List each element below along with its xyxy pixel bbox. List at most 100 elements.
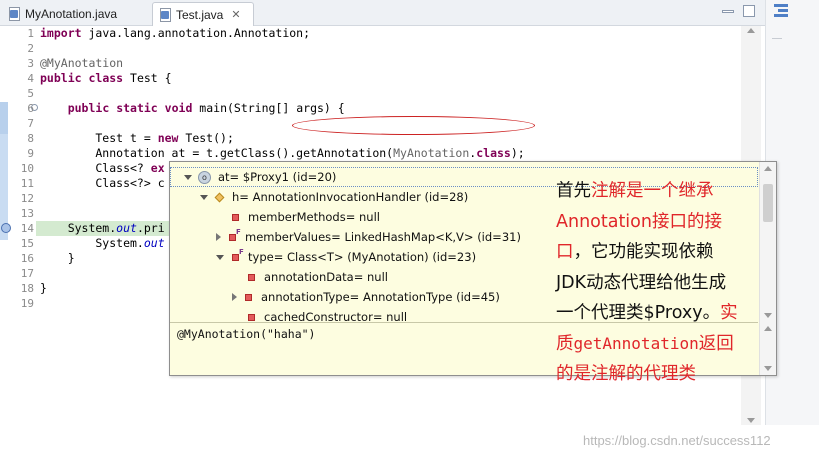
close-icon[interactable]: ✕ bbox=[231, 8, 240, 21]
tree-node-label: cachedConstructor= null bbox=[264, 310, 408, 322]
change-marker bbox=[0, 102, 8, 134]
note-text: 注解是一个继承 bbox=[591, 181, 714, 201]
expand-open-icon[interactable] bbox=[216, 254, 224, 260]
code-line[interactable]: Test t = new Test(); bbox=[40, 131, 234, 146]
highlight-ellipse bbox=[292, 116, 535, 135]
code-token: class bbox=[88, 71, 124, 85]
outline-icon[interactable] bbox=[774, 4, 788, 18]
tree-node-label: h= AnnotationInvocationHandler (id=28) bbox=[232, 190, 469, 204]
divider bbox=[772, 38, 782, 39]
note-text: JDK动态代理给他生成 bbox=[556, 272, 727, 293]
line-number: 16 bbox=[20, 252, 34, 265]
code-line[interactable]: @MyAnotation bbox=[40, 56, 123, 71]
expand-open-icon[interactable] bbox=[184, 174, 192, 180]
maximize-button[interactable] bbox=[743, 5, 755, 17]
code-token: class bbox=[476, 146, 511, 160]
tree-node[interactable]: type= Class<T> (MyAnotation) (id=23) bbox=[216, 247, 476, 267]
scroll-thumb[interactable] bbox=[763, 184, 773, 222]
line-number: 8 bbox=[27, 132, 34, 145]
tree-node[interactable]: cachedConstructor= null bbox=[232, 307, 407, 322]
code-token: Class<?> c bbox=[40, 176, 165, 190]
line-number: 3 bbox=[27, 57, 34, 70]
code-token: ex bbox=[150, 161, 165, 175]
tree-node[interactable]: o at= $Proxy1 (id=20) bbox=[184, 167, 336, 187]
code-line[interactable]: public class Test { bbox=[40, 71, 172, 86]
line-number-gutter: 1 2 3 4 5 6 7 8 9 10 11 12 13 14 15 16 17 18 19 bbox=[11, 26, 36, 425]
tree-node[interactable]: annotationType= AnnotationType (id=45) bbox=[232, 287, 500, 307]
line-number: 14 bbox=[20, 222, 34, 235]
scroll-up-icon[interactable] bbox=[764, 326, 772, 331]
tree-node-label: at= $Proxy1 (id=20) bbox=[218, 170, 337, 184]
line-number: 5 bbox=[27, 87, 34, 100]
debug-pointer-icon[interactable] bbox=[1, 223, 11, 233]
code-token: public bbox=[40, 71, 82, 85]
scroll-down-icon[interactable] bbox=[764, 366, 772, 371]
tree-node[interactable]: h= AnnotationInvocationHandler (id=28) bbox=[200, 187, 468, 207]
code-line[interactable]: import java.lang.annotation.Annotation; bbox=[40, 26, 310, 41]
code-line[interactable]: Annotation at = t.getClass().getAnnotati… bbox=[40, 146, 525, 161]
note-line: JDK动态代理给他生成 bbox=[556, 268, 756, 299]
code-line[interactable]: } bbox=[40, 281, 47, 296]
private-field-icon bbox=[232, 213, 239, 221]
value-scrollbar[interactable] bbox=[759, 322, 776, 375]
tree-node[interactable]: memberValues= LinkedHashMap<K,V> (id=31) bbox=[216, 227, 521, 247]
scroll-up-icon[interactable] bbox=[747, 28, 755, 33]
code-line[interactable]: System.out bbox=[40, 236, 164, 251]
note-text: 一个代理类$Proxy。 bbox=[556, 303, 721, 323]
tree-node-label: annotationType= AnnotationType (id=45) bbox=[261, 290, 500, 304]
private-field-icon bbox=[245, 293, 252, 301]
scroll-down-icon[interactable] bbox=[764, 313, 772, 318]
expand-open-icon[interactable] bbox=[200, 194, 208, 200]
line-number: 4 bbox=[27, 72, 34, 85]
code-line[interactable]: Class<? ex bbox=[40, 161, 165, 176]
code-line[interactable]: Class<?> c bbox=[40, 176, 165, 191]
code-token: Test t = bbox=[40, 131, 158, 145]
code-token: Test { bbox=[123, 71, 172, 85]
minimize-button[interactable] bbox=[722, 10, 734, 13]
code-token: ); bbox=[510, 146, 525, 160]
expand-closed-icon[interactable] bbox=[216, 233, 221, 241]
tree-scrollbar[interactable] bbox=[759, 162, 776, 322]
tab-myanotation-java[interactable]: MyAnotation.java bbox=[2, 2, 152, 26]
code-token: main(String[] args) { bbox=[192, 101, 345, 115]
tab-label: MyAnotation.java bbox=[25, 7, 118, 21]
note-text: 的是注解的代理类 bbox=[556, 364, 696, 384]
protected-field-icon bbox=[214, 192, 225, 202]
expand-closed-icon[interactable] bbox=[232, 293, 237, 301]
line-number: 18 bbox=[20, 282, 34, 295]
code-token: void bbox=[164, 101, 193, 115]
code-token: public bbox=[67, 101, 110, 115]
variable-value: @MyAnotation("haha") bbox=[177, 327, 316, 341]
code-line[interactable]: System.out.pri bbox=[40, 221, 165, 236]
tree-node[interactable]: annotationData= null bbox=[232, 267, 388, 287]
note-text: 返回 bbox=[698, 333, 734, 354]
line-number: 19 bbox=[20, 297, 34, 310]
code-token: } bbox=[40, 281, 47, 295]
annotation-note: 首先注解是一个继承 Annotation接口的接 口，它功能实现依赖 JDK动态代理给… bbox=[556, 176, 756, 390]
code-token: } bbox=[40, 251, 75, 265]
scroll-up-icon[interactable] bbox=[764, 166, 772, 171]
code-token: new bbox=[157, 131, 179, 145]
code-line[interactable]: } bbox=[40, 251, 75, 266]
note-line: Annotation接口的接 bbox=[556, 207, 756, 238]
line-number: 13 bbox=[20, 207, 34, 220]
code-token: System. bbox=[40, 221, 117, 235]
tree-node[interactable]: memberMethods= null bbox=[216, 207, 380, 227]
note-text: ，它功能实现依赖 bbox=[573, 242, 714, 262]
tab-test-java[interactable]: Test.java ✕ bbox=[152, 2, 254, 26]
note-line: 口，它功能实现依赖 bbox=[556, 237, 756, 268]
line-number: 2 bbox=[27, 42, 34, 55]
tree-node-label: annotationData= null bbox=[264, 270, 388, 284]
line-number: 6 bbox=[27, 102, 34, 115]
note-line: 一个代理类$Proxy。实 bbox=[556, 298, 756, 329]
code-token: @MyAnotation bbox=[40, 56, 124, 70]
code-token: Test(); bbox=[178, 131, 234, 145]
java-file-icon bbox=[159, 7, 172, 22]
scroll-down-icon[interactable] bbox=[747, 418, 755, 423]
object-icon: o bbox=[198, 170, 211, 184]
tree-node-label: memberValues= LinkedHashMap<K,V> (id=31) bbox=[245, 230, 521, 244]
code-line[interactable]: public static void main(String[] args) { bbox=[40, 101, 345, 116]
note-text: getAnnotation bbox=[573, 333, 699, 353]
